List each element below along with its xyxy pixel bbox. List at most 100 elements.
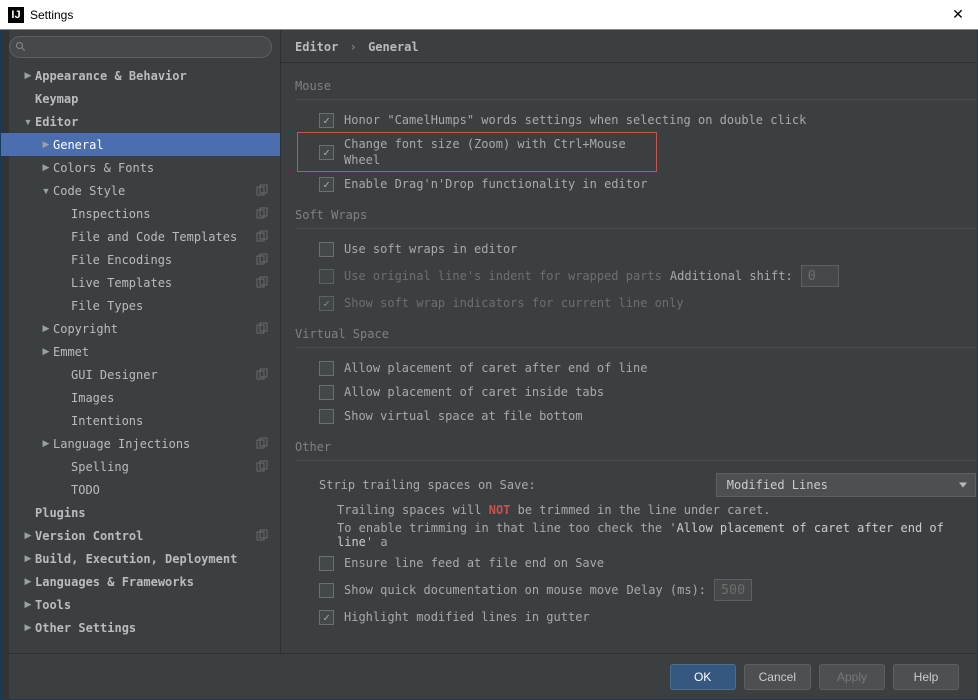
setting-label: Enable Drag'n'Drop functionality in edit… [344,176,647,192]
cancel-button[interactable]: Cancel [744,664,811,690]
sidebar-item-label: Other Settings [35,621,136,635]
breadcrumb-part: General [368,40,419,54]
sidebar-item-file-encodings[interactable]: File Encodings [1,248,280,271]
tree-arrow[interactable]: ▶ [39,346,53,357]
tree-arrow[interactable]: ▶ [21,553,35,564]
setting-label: Use original line's indent for wrapped p… [344,268,662,284]
close-button[interactable]: ✕ [946,6,970,23]
tree-arrow[interactable]: ▶ [39,438,53,449]
extra-label: Delay (ms): [627,583,706,597]
sidebar-item-file-types[interactable]: File Types [1,294,280,317]
scheme-icon [256,184,268,196]
sidebar-item-inspections[interactable]: Inspections [1,202,280,225]
scheme-icon [256,437,268,449]
sidebar-item-label: Version Control [35,529,143,543]
setting-label: Change font size (Zoom) with Ctrl+Mouse … [344,136,650,168]
sidebar-item-editor[interactable]: ▼Editor [1,110,280,133]
tree-arrow[interactable]: ▶ [21,622,35,633]
sidebar-item-keymap[interactable]: Keymap [1,87,280,110]
strip-label: Strip trailing spaces on Save: [319,478,536,492]
sidebar-item-language-injections[interactable]: ▶Language Injections [1,432,280,455]
setting-label: Ensure line feed at file end on Save [344,555,604,571]
scheme-icon [256,322,268,334]
tree-arrow[interactable]: ▼ [21,117,35,127]
checkbox[interactable] [319,556,334,571]
sidebar-item-intentions[interactable]: Intentions [1,409,280,432]
setting-label: Show virtual space at file bottom [344,408,582,424]
sidebar-item-label: Emmet [53,345,89,359]
strip-trailing-row: Strip trailing spaces on Save: Modified L… [297,469,977,501]
scheme-icon [256,529,268,541]
sidebar-item-label: Inspections [71,207,150,221]
number-input [714,579,752,601]
checkbox[interactable] [319,409,334,424]
sidebar-item-code-style[interactable]: ▼Code Style [1,179,280,202]
tree-arrow[interactable]: ▶ [21,576,35,587]
search-input[interactable] [9,36,272,58]
sidebar-item-live-templates[interactable]: Live Templates [1,271,280,294]
content-area: ▶Appearance & BehaviorKeymap▼Editor▶Gene… [1,30,977,653]
tree-arrow[interactable]: ▶ [39,323,53,334]
sidebar-item-copyright[interactable]: ▶Copyright [1,317,280,340]
sidebar-item-appearance-behavior[interactable]: ▶Appearance & Behavior [1,64,280,87]
breadcrumb-part: Editor [295,40,338,54]
sidebar-item-label: File Encodings [71,253,172,267]
sidebar-item-spelling[interactable]: Spelling [1,455,280,478]
checkbox[interactable] [319,361,334,376]
sidebar-item-label: Editor [35,115,78,129]
setting-label: Show quick documentation on mouse move [344,582,619,598]
checkbox[interactable] [319,385,334,400]
sidebar-item-label: File and Code Templates [71,230,237,244]
strip-dropdown[interactable]: Modified Lines [716,473,976,497]
sidebar-item-general[interactable]: ▶General [1,133,280,156]
setting-label: Highlight modified lines in gutter [344,609,590,625]
setting-label: Show soft wrap indicators for current li… [344,295,684,311]
setting-row: Ensure line feed at file end on Save [297,551,977,575]
sidebar-item-label: Intentions [71,414,143,428]
sidebar-item-images[interactable]: Images [1,386,280,409]
window-title: Settings [30,8,946,22]
tree-arrow[interactable]: ▶ [39,139,53,150]
note-text: Trailing spaces will NOT be trimmed in t… [297,501,977,519]
sidebar-item-file-and-code-templates[interactable]: File and Code Templates [1,225,280,248]
tree-arrow[interactable]: ▼ [39,186,53,196]
tree-arrow[interactable]: ▶ [21,70,35,81]
checkbox[interactable] [319,583,334,598]
sidebar-item-other-settings[interactable]: ▶Other Settings [1,616,280,639]
tree-arrow[interactable]: ▶ [21,530,35,541]
sidebar-item-label: Copyright [53,322,118,336]
apply-button[interactable]: Apply [819,664,885,690]
app-icon: IJ [8,7,24,23]
section-title: Soft Wraps [295,208,977,222]
sidebar-item-tools[interactable]: ▶Tools [1,593,280,616]
setting-row: Highlight modified lines in gutter [297,605,977,629]
settings-scroll[interactable]: MouseHonor "CamelHumps" words settings w… [281,63,977,653]
sidebar-item-label: Languages & Frameworks [35,575,194,589]
breadcrumb: Editor › General [281,30,977,63]
scheme-icon [256,460,268,472]
checkbox[interactable] [319,242,334,257]
sidebar-item-colors-fonts[interactable]: ▶Colors & Fonts [1,156,280,179]
button-bar: OK Cancel Apply Help [1,653,977,699]
sidebar-item-todo[interactable]: TODO [1,478,280,501]
checkbox[interactable] [319,113,334,128]
help-button[interactable]: Help [893,664,959,690]
checkbox[interactable] [319,177,334,192]
sidebar-item-languages-frameworks[interactable]: ▶Languages & Frameworks [1,570,280,593]
sidebar: ▶Appearance & BehaviorKeymap▼Editor▶Gene… [1,30,281,653]
number-input [801,265,839,287]
sidebar-item-version-control[interactable]: ▶Version Control [1,524,280,547]
breadcrumb-sep: › [350,40,357,54]
checkbox[interactable] [319,145,334,160]
ok-button[interactable]: OK [670,664,736,690]
sidebar-item-emmet[interactable]: ▶Emmet [1,340,280,363]
tree-arrow[interactable]: ▶ [39,162,53,173]
setting-row: Allow placement of caret inside tabs [297,380,977,404]
sidebar-item-plugins[interactable]: Plugins [1,501,280,524]
setting-row: Enable Drag'n'Drop functionality in edit… [297,172,977,196]
sidebar-item-gui-designer[interactable]: GUI Designer [1,363,280,386]
sidebar-item-build-execution-deployment[interactable]: ▶Build, Execution, Deployment [1,547,280,570]
sidebar-item-label: Colors & Fonts [53,161,154,175]
checkbox[interactable] [319,610,334,625]
tree-arrow[interactable]: ▶ [21,599,35,610]
